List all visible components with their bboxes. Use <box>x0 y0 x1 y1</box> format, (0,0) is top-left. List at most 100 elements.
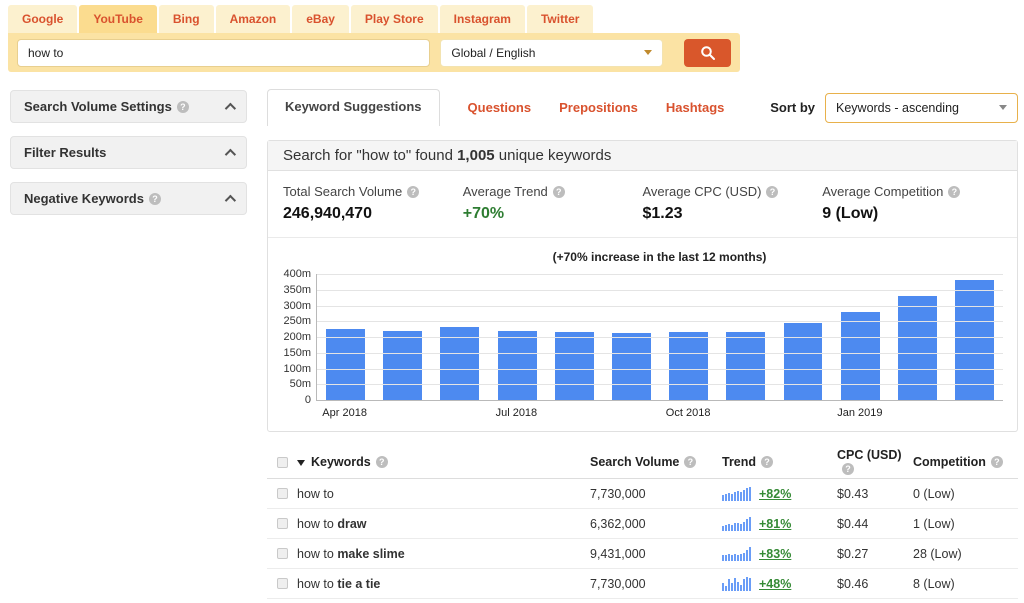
trend-cell: +81% <box>722 517 837 531</box>
y-axis-tick: 0 <box>305 394 317 406</box>
tab-hashtags[interactable]: Hashtags <box>666 100 725 115</box>
trend-percent-link[interactable]: +83% <box>759 547 791 561</box>
summary-count: 1,005 <box>457 147 495 164</box>
chart-bar-jan-2019 <box>841 312 880 400</box>
platform-tab-amazon[interactable]: Amazon <box>216 5 291 33</box>
region-language-select[interactable]: Global / English <box>440 39 663 67</box>
y-axis-tick: 250m <box>283 315 317 327</box>
help-icon <box>761 456 773 468</box>
column-header-search-volume[interactable]: Search Volume <box>590 455 722 469</box>
stat-average-trend: Average Trend+70% <box>463 184 643 223</box>
trend-percent-link[interactable]: +82% <box>759 487 791 501</box>
column-header-cpc[interactable]: CPC (USD) <box>837 448 913 476</box>
chart-bar-may-2018 <box>383 331 422 400</box>
keyword-cell[interactable]: how to <box>297 487 590 501</box>
platform-tab-instagram[interactable]: Instagram <box>440 5 525 33</box>
grid-line <box>317 369 1003 370</box>
column-header-trend[interactable]: Trend <box>722 455 837 469</box>
sort-by-select[interactable]: Keywords - ascending <box>825 93 1018 123</box>
sort-by: Sort by Keywords - ascending <box>770 93 1018 123</box>
search-volume-cell: 7,730,000 <box>590 487 722 501</box>
x-axis-tick <box>889 407 946 419</box>
region-language-value: Global / English <box>451 46 535 60</box>
x-axis-tick: Oct 2018 <box>660 407 717 419</box>
row-checkbox[interactable] <box>277 518 288 529</box>
sidebar: Search Volume Settings Filter Results Nega… <box>10 90 247 228</box>
trend-sparkline-icon <box>722 487 752 501</box>
tab-keyword-suggestions[interactable]: Keyword Suggestions <box>267 89 440 126</box>
row-checkbox[interactable] <box>277 488 288 499</box>
grid-line <box>317 353 1003 354</box>
stat-label: Average CPC (USD) <box>643 184 823 199</box>
grid-line <box>317 321 1003 322</box>
sort-by-value: Keywords - ascending <box>836 101 959 115</box>
tab-prepositions[interactable]: Prepositions <box>559 100 638 115</box>
x-axis-tick <box>774 407 831 419</box>
y-axis-tick: 400m <box>283 268 317 280</box>
stat-label-text: Average Trend <box>463 184 548 199</box>
x-axis-tick <box>717 407 774 419</box>
x-axis-tick <box>545 407 602 419</box>
chart-bar-oct-2018 <box>669 332 708 400</box>
platform-tab-google[interactable]: Google <box>8 5 77 33</box>
row-checkbox[interactable] <box>277 548 288 559</box>
sidebar-panel-search-volume-settings[interactable]: Search Volume Settings <box>10 90 247 123</box>
keyword-text-bold: tie a tie <box>337 577 380 591</box>
cpc-cell: $0.46 <box>837 577 913 591</box>
chevron-up-icon <box>225 148 236 159</box>
sort-descending-icon <box>297 460 305 466</box>
column-header-keywords[interactable]: Keywords <box>297 455 590 469</box>
competition-cell: 1 (Low) <box>913 517 1018 531</box>
keyword-text-bold: draw <box>337 517 366 531</box>
trend-sparkline-icon <box>722 577 752 591</box>
select-all-checkbox[interactable] <box>277 457 288 468</box>
platform-tab-ebay[interactable]: eBay <box>292 5 349 33</box>
chart-plot: 400m350m300m250m200m150m100m50m0 <box>316 274 1003 401</box>
trend-cell: +48% <box>722 577 837 591</box>
sidebar-panel-filter-results[interactable]: Filter Results <box>10 136 247 169</box>
keyword-text: how to <box>297 547 337 561</box>
y-axis-tick: 100m <box>283 363 317 375</box>
chart-title: (+70% increase in the last 12 months) <box>316 250 1003 264</box>
help-icon <box>842 463 854 475</box>
platform-tab-play-store[interactable]: Play Store <box>351 5 438 33</box>
keywords-table: Keywords Search Volume Trend CPC (USD) C… <box>267 446 1018 599</box>
platform-tab-bing[interactable]: Bing <box>159 5 214 33</box>
stat-average-cpc-usd-: Average CPC (USD) $1.23 <box>643 184 823 223</box>
search-button[interactable] <box>684 39 731 67</box>
search-input[interactable] <box>17 39 430 67</box>
stat-label: Total Search Volume <box>283 184 463 199</box>
search-row: Global / English <box>8 33 740 72</box>
keyword-cell[interactable]: how to make slime <box>297 547 590 561</box>
grid-line <box>317 337 1003 338</box>
chart-bar-dec-2018 <box>784 323 823 400</box>
sidebar-panel-label: Search Volume Settings <box>24 99 172 114</box>
row-checkbox[interactable] <box>277 578 288 589</box>
platform-tab-youtube[interactable]: YouTube <box>79 5 157 33</box>
sidebar-panel-label: Negative Keywords <box>24 191 144 206</box>
help-icon <box>376 456 388 468</box>
sidebar-panel-negative-keywords[interactable]: Negative Keywords <box>10 182 247 215</box>
table-row: how to make slime9,431,000+83%$0.2728 (L… <box>267 539 1018 569</box>
keyword-cell[interactable]: how to tie a tie <box>297 577 590 591</box>
summary-suffix: unique keywords <box>495 147 612 164</box>
column-header-competition[interactable]: Competition <box>913 455 1018 469</box>
sidebar-panel-label: Filter Results <box>24 145 106 160</box>
chart-bar-aug-2018 <box>555 332 594 400</box>
grid-line <box>317 290 1003 291</box>
help-icon <box>177 101 189 113</box>
competition-cell: 0 (Low) <box>913 487 1018 501</box>
sort-by-label: Sort by <box>770 100 815 115</box>
grid-line <box>317 384 1003 385</box>
trend-cell: +83% <box>722 547 837 561</box>
trend-percent-link[interactable]: +81% <box>759 517 791 531</box>
keyword-cell[interactable]: how to draw <box>297 517 590 531</box>
chart-bar-nov-2018 <box>726 332 765 400</box>
x-axis-tick <box>946 407 1003 419</box>
table-row: how to draw6,362,000+81%$0.441 (Low) <box>267 509 1018 539</box>
trend-percent-link[interactable]: +48% <box>759 577 791 591</box>
help-icon <box>553 186 565 198</box>
platform-tab-twitter[interactable]: Twitter <box>527 5 593 33</box>
stat-value: $1.23 <box>643 205 823 223</box>
tab-questions[interactable]: Questions <box>468 100 532 115</box>
